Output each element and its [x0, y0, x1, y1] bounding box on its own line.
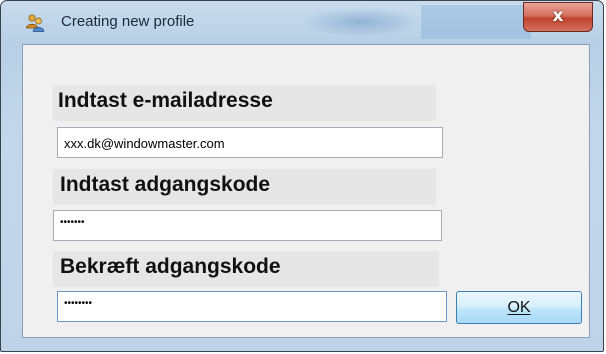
email-label: Indtast e-mailadresse: [58, 89, 273, 112]
users-icon: [26, 14, 45, 32]
ok-button[interactable]: OK: [456, 291, 582, 324]
confirm-password-field[interactable]: ••••••••: [57, 291, 447, 322]
confirm-password-label: Bekræft adgangskode: [60, 255, 281, 278]
password-label: Indtast adgangskode: [60, 173, 271, 196]
close-icon: x: [552, 6, 564, 26]
title-bar-glow: [301, 7, 421, 37]
dialog-window: Creating new profile x Indtast e-mailadr…: [0, 0, 604, 352]
title-bar-glow: [421, 5, 531, 39]
email-field[interactable]: xxx.dk@windowmaster.com: [57, 127, 443, 158]
dialog-content: Indtast e-mailadresse xxx.dk@windowmaste…: [22, 44, 590, 338]
password-field[interactable]: •••••••: [53, 210, 442, 241]
close-button[interactable]: x: [523, 2, 593, 32]
window-title: Creating new profile: [61, 13, 195, 30]
title-bar[interactable]: Creating new profile x: [1, 1, 603, 43]
ok-button-label: OK: [507, 299, 531, 316]
